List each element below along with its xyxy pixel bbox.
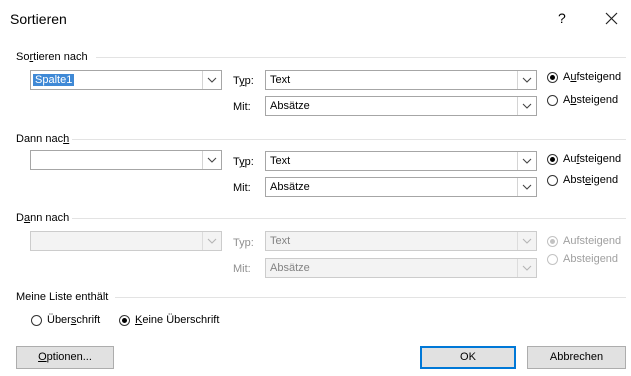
radio-selected-icon xyxy=(547,71,558,83)
sort-by-using-select[interactable]: Absätze xyxy=(265,96,537,116)
sort-by-using-label: Mit: xyxy=(233,101,251,113)
then-by-2-type-label: Typ: xyxy=(233,237,254,249)
then-by-1-using-value: Absätze xyxy=(270,181,310,193)
radio-selected-icon xyxy=(119,314,130,326)
radio-icon xyxy=(31,314,42,326)
then-by-1-using-select[interactable]: Absätze xyxy=(265,177,537,197)
then-by-2-using-select[interactable]: Absätze xyxy=(265,258,537,278)
then-by-2-column-select[interactable] xyxy=(30,231,222,251)
title-bar: Sortieren ? xyxy=(0,0,631,38)
chevron-down-icon xyxy=(207,77,217,83)
chevron-down-icon xyxy=(522,158,532,164)
then-by-1-descending-label: Absteigend xyxy=(563,174,619,186)
sort-by-type-label: Typ: xyxy=(233,75,254,87)
cancel-button[interactable]: Abbrechen xyxy=(527,346,626,369)
then-by-2-title: Dann nach xyxy=(16,212,70,224)
no-header-row-label: Keine Überschrift xyxy=(135,314,220,326)
separator xyxy=(96,57,626,58)
radio-selected-icon xyxy=(547,235,558,247)
then-by-1-column-select[interactable] xyxy=(30,150,222,170)
chevron-down-icon xyxy=(522,77,532,83)
header-row-label: Überschrift xyxy=(47,314,101,326)
then-by-1-ascending-label: Aufsteigend xyxy=(563,153,622,165)
sort-by-descending-radio[interactable]: Absteigend xyxy=(547,94,618,106)
sort-dialog: Sortieren ? Sortieren nach Spalte1 Typ: … xyxy=(0,0,631,376)
no-header-row-radio[interactable]: Keine Überschrift xyxy=(119,314,219,326)
ok-button[interactable]: OK xyxy=(420,346,516,369)
chevron-down-icon xyxy=(207,157,217,163)
separator xyxy=(115,297,626,298)
sort-by-column-select[interactable]: Spalte1 xyxy=(30,70,222,90)
then-by-2-type-value: Text xyxy=(270,235,291,247)
close-icon xyxy=(605,12,618,25)
then-by-1-type-value: Text xyxy=(270,155,291,167)
then-by-2-using-value: Absätze xyxy=(270,262,310,274)
then-by-1-using-label: Mit: xyxy=(233,182,251,194)
sort-by-type-value: Text xyxy=(270,74,291,86)
options-button[interactable]: Optionen... xyxy=(16,346,114,369)
chevron-down-icon xyxy=(522,184,532,190)
dialog-title: Sortieren xyxy=(10,11,67,27)
then-by-1-title: Dann nach xyxy=(16,133,70,145)
chevron-down-icon xyxy=(522,265,532,271)
then-by-1-type-select[interactable]: Text xyxy=(265,151,537,171)
then-by-2-descending-label: Absteigend xyxy=(563,253,619,265)
sort-by-ascending-label: Aufsteigend xyxy=(563,71,622,83)
radio-icon xyxy=(547,253,558,265)
sort-by-title: Sortieren nach xyxy=(16,51,88,63)
then-by-2-ascending-radio[interactable]: Aufsteigend xyxy=(547,235,621,247)
then-by-1-type-label: Typ: xyxy=(233,156,254,168)
sort-by-column-value: Spalte1 xyxy=(33,74,75,86)
sort-by-type-select[interactable]: Text xyxy=(265,70,537,90)
sort-by-ascending-radio[interactable]: Aufsteigend xyxy=(547,71,621,83)
then-by-2-type-select[interactable]: Text xyxy=(265,231,537,251)
then-by-2-using-label: Mit: xyxy=(233,263,251,275)
my-list-title: Meine Liste enthält xyxy=(16,291,109,303)
header-row-radio[interactable]: Überschrift xyxy=(31,314,100,326)
chevron-down-icon xyxy=(522,238,532,244)
radio-icon xyxy=(547,174,558,186)
then-by-2-descending-radio[interactable]: Absteigend xyxy=(547,253,618,265)
separator xyxy=(72,218,626,219)
sort-by-descending-label: Absteigend xyxy=(563,94,619,106)
separator xyxy=(72,139,626,140)
then-by-1-descending-radio[interactable]: Absteigend xyxy=(547,174,618,186)
chevron-down-icon xyxy=(207,238,217,244)
close-button[interactable] xyxy=(598,6,626,32)
then-by-2-ascending-label: Aufsteigend xyxy=(563,235,622,247)
then-by-1-ascending-radio[interactable]: Aufsteigend xyxy=(547,153,621,165)
chevron-down-icon xyxy=(522,103,532,109)
help-button[interactable]: ? xyxy=(558,10,566,26)
radio-icon xyxy=(547,94,558,106)
sort-by-using-value: Absätze xyxy=(270,100,310,112)
radio-selected-icon xyxy=(547,153,558,165)
